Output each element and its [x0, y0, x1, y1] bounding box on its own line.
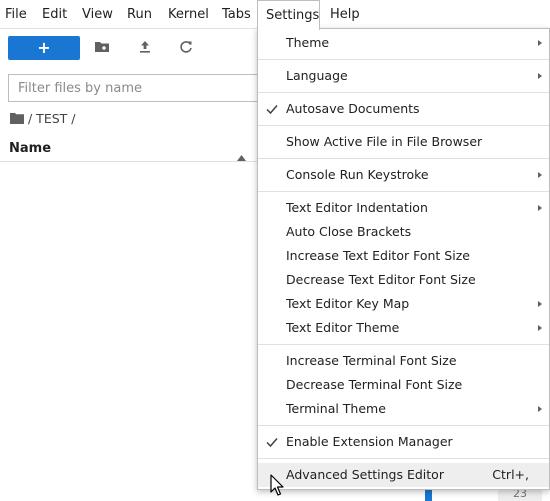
menu-item-autosave-documents[interactable]: Autosave Documents	[258, 97, 549, 121]
menu-item-text-editor-theme[interactable]: Text Editor Theme	[258, 316, 549, 340]
settings-menu: Theme Language Autosave Documents Show A…	[257, 28, 550, 490]
new-launcher-button[interactable]: +	[8, 36, 80, 60]
menu-separator	[258, 191, 549, 192]
menu-item-increase-editor-font[interactable]: Increase Text Editor Font Size	[258, 244, 549, 268]
menu-item-label: Increase Text Editor Font Size	[286, 248, 470, 263]
menu-item-label: Terminal Theme	[286, 401, 386, 416]
menu-item-label: Decrease Terminal Font Size	[286, 377, 463, 392]
menu-item-label: Enable Extension Manager	[286, 434, 453, 449]
upload-icon[interactable]	[137, 39, 155, 57]
menu-item-text-editor-key-map[interactable]: Text Editor Key Map	[258, 292, 549, 316]
menu-kernel[interactable]: Kernel	[163, 0, 214, 29]
menu-separator	[258, 458, 549, 459]
menu-view[interactable]: View	[77, 0, 118, 29]
menu-item-increase-terminal-font[interactable]: Increase Terminal Font Size	[258, 349, 549, 373]
menu-item-theme[interactable]: Theme	[258, 31, 549, 55]
filter-files-field[interactable]	[8, 74, 270, 102]
menu-item-show-active-file[interactable]: Show Active File in File Browser	[258, 130, 549, 154]
column-name[interactable]: Name	[9, 141, 51, 156]
menu-item-label: Theme	[286, 35, 330, 50]
menu-item-language[interactable]: Language	[258, 64, 549, 88]
menu-item-label: Language	[286, 68, 348, 83]
menu-item-decrease-editor-font[interactable]: Decrease Text Editor Font Size	[258, 268, 549, 292]
menu-separator	[258, 59, 549, 60]
menu-item-label: Decrease Text Editor Font Size	[286, 272, 476, 287]
menu-item-decrease-terminal-font[interactable]: Decrease Terminal Font Size	[258, 373, 549, 397]
refresh-icon[interactable]	[178, 39, 196, 57]
menu-item-label: Increase Terminal Font Size	[286, 353, 457, 368]
file-list-header: Name	[0, 138, 258, 162]
menu-separator	[258, 92, 549, 93]
folder-icon[interactable]	[10, 110, 24, 130]
sort-ascending-icon[interactable]	[237, 146, 246, 165]
menu-separator	[258, 158, 549, 159]
menu-separator	[258, 125, 549, 126]
menu-file[interactable]: File	[0, 0, 32, 29]
menu-item-console-run-keystroke[interactable]: Console Run Keystroke	[258, 163, 549, 187]
menu-item-label: Text Editor Key Map	[286, 296, 410, 311]
menu-bar: File Edit View Run Kernel Tabs Settings …	[0, 0, 550, 30]
new-folder-icon[interactable]	[94, 39, 112, 57]
mouse-cursor-icon	[270, 474, 284, 500]
menu-item-label: Show Active File in File Browser	[286, 134, 483, 149]
menu-item-label: Text Editor Indentation	[286, 200, 428, 215]
menu-help[interactable]: Help	[325, 0, 365, 29]
menu-tabs[interactable]: Tabs	[217, 0, 256, 29]
menu-run[interactable]: Run	[122, 0, 157, 29]
menu-item-label: Console Run Keystroke	[286, 167, 429, 182]
menu-item-terminal-theme[interactable]: Terminal Theme	[258, 397, 549, 421]
menu-settings[interactable]: Settings	[257, 0, 320, 30]
menu-item-advanced-settings-editor[interactable]: Advanced Settings Editor Ctrl+,	[258, 463, 549, 487]
menu-separator	[258, 344, 549, 345]
file-browser-toolbar: +	[0, 30, 258, 66]
breadcrumb: / TEST /	[10, 109, 75, 129]
menu-item-enable-extension-manager[interactable]: Enable Extension Manager	[258, 430, 549, 454]
menu-separator	[258, 425, 549, 426]
menu-item-label: Advanced Settings Editor	[286, 467, 444, 482]
menu-item-auto-close-brackets[interactable]: Auto Close Brackets	[258, 220, 549, 244]
menu-item-label: Auto Close Brackets	[286, 224, 412, 239]
menu-item-shortcut: Ctrl+,	[492, 467, 529, 482]
filter-files-input[interactable]	[9, 75, 269, 101]
menu-item-label: Autosave Documents	[286, 101, 420, 116]
menu-item-text-editor-indentation[interactable]: Text Editor Indentation	[258, 196, 549, 220]
menu-item-label: Text Editor Theme	[286, 320, 400, 335]
menu-edit[interactable]: Edit	[37, 0, 72, 29]
breadcrumb-path[interactable]: / TEST /	[28, 111, 75, 126]
